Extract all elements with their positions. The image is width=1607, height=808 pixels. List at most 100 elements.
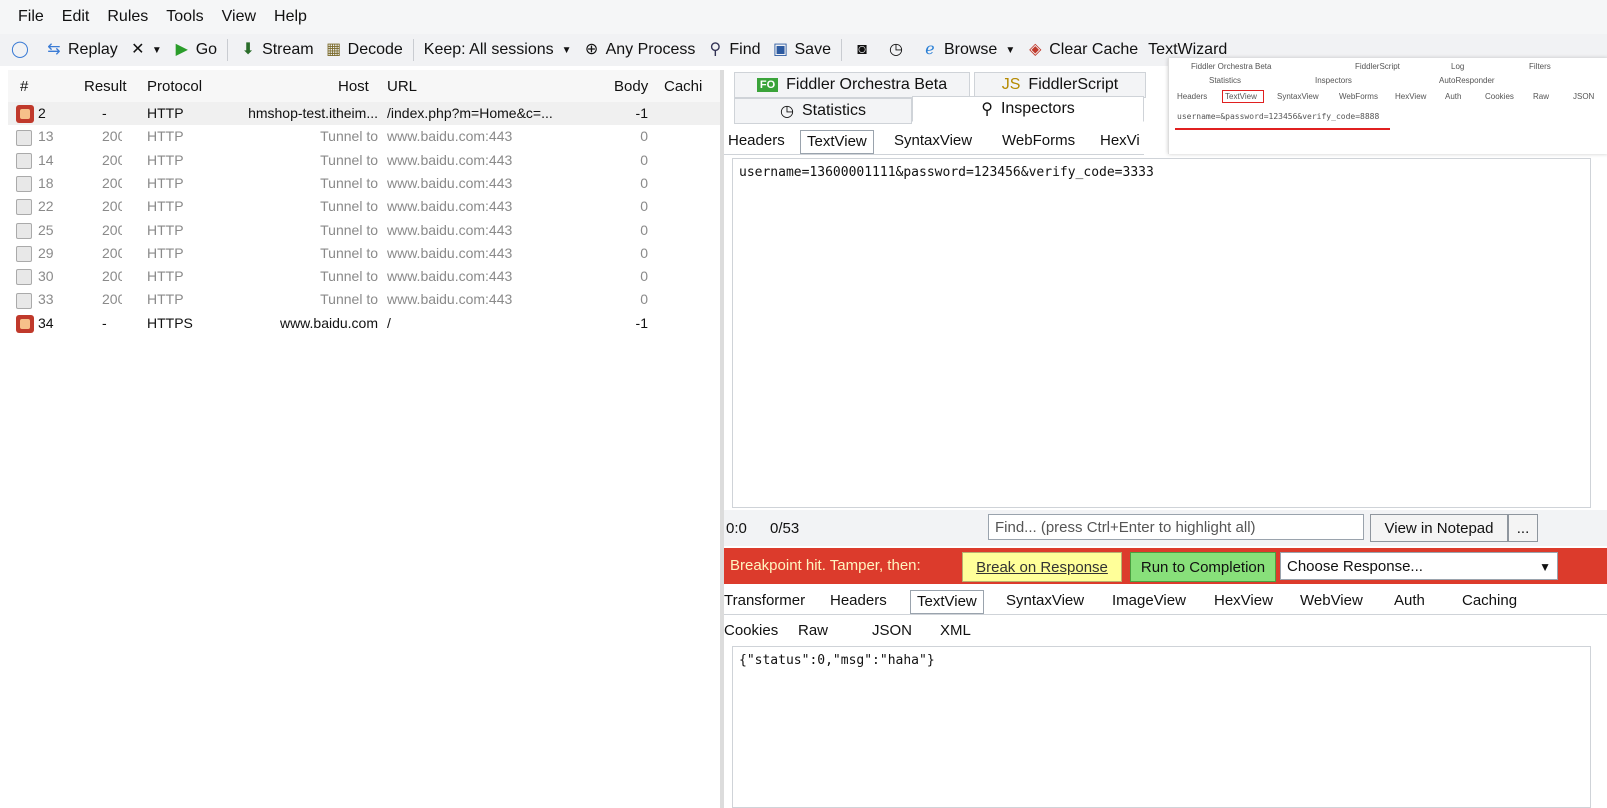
remove-button[interactable]: ✕ ▼ (128, 40, 162, 60)
resp-tab-webview[interactable]: WebView (1294, 590, 1369, 612)
session-body: 0 (640, 174, 648, 191)
session-row[interactable]: 2 - HTTP hmshop-test.itheim... /index.php?m=… (8, 102, 720, 125)
overlay-underline (1175, 128, 1390, 130)
resp-tab-auth[interactable]: Auth (1388, 590, 1431, 612)
request-body-text[interactable]: username=13600001111&password=123456&ver… (732, 158, 1591, 508)
req-tab-headers[interactable]: Headers (722, 130, 791, 152)
response-tabs: Transformer Headers TextView SyntaxView … (724, 586, 1607, 615)
screenshot-button[interactable]: ◙ (852, 40, 876, 60)
find-input[interactable]: Find... (press Ctrl+Enter to highlight a… (988, 514, 1364, 540)
resp-tab-headers[interactable]: Headers (824, 590, 893, 612)
session-host: Tunnel to (320, 151, 378, 168)
menu-help[interactable]: Help (268, 8, 319, 26)
col-url[interactable]: URL (387, 78, 417, 95)
clear-cache-button[interactable]: ◈ Clear Cache (1025, 40, 1138, 60)
tab-inspectors[interactable]: ⚲ Inspectors (912, 96, 1144, 122)
resp-tab-transformer[interactable]: Transformer (718, 590, 811, 612)
breakpoint-bar: Breakpoint hit. Tamper, then: Break on R… (724, 548, 1607, 584)
decode-icon: ▦ (326, 41, 342, 58)
col-result[interactable]: Result (84, 78, 127, 95)
req-tab-syntaxview[interactable]: SyntaxView (888, 130, 978, 152)
session-row[interactable]: 22 200 HTTP Tunnel to www.baidu.com:443 0 (8, 195, 720, 218)
req-tab-textview[interactable]: TextView (800, 130, 874, 154)
session-result: 200 (102, 221, 122, 238)
choose-response-label: Choose Response... (1287, 558, 1423, 575)
menu-tools[interactable]: Tools (160, 8, 215, 26)
req-tab-hexview[interactable]: HexVi (1094, 130, 1146, 152)
close-icon: ✕ (131, 41, 145, 58)
chevron-down-icon: ▼ (1539, 560, 1551, 574)
session-row[interactable]: 33 200 HTTP Tunnel to www.baidu.com:443 0 (8, 288, 720, 311)
menu-file[interactable]: File (0, 8, 56, 26)
session-row[interactable]: 30 200 HTTP Tunnel to www.baidu.com:443 0 (8, 265, 720, 288)
col-protocol[interactable]: Protocol (147, 78, 202, 95)
run-to-completion-button[interactable]: Run to Completion (1130, 552, 1276, 582)
timer-icon: ◷ (780, 103, 794, 120)
resp-tab-caching[interactable]: Caching (1456, 590, 1523, 612)
session-host: www.baidu.com (279, 314, 378, 331)
view-in-notepad-button[interactable]: View in Notepad (1370, 514, 1508, 542)
comment-icon: ◯ (11, 41, 29, 58)
col-number[interactable]: # (20, 78, 28, 95)
resp-tab-hexview[interactable]: HexView (1208, 590, 1279, 612)
resp-tab-raw[interactable]: Raw (792, 620, 834, 642)
resp-tab-imageview[interactable]: ImageView (1106, 590, 1192, 612)
textwizard-button[interactable]: TextWizard (1148, 41, 1227, 59)
col-caching[interactable]: Cachi (664, 78, 702, 95)
req-tab-webforms[interactable]: WebForms (996, 130, 1081, 152)
overlay-tab-filters: Filters (1529, 62, 1551, 71)
break-on-response-button[interactable]: Break on Response (962, 552, 1122, 582)
session-row[interactable]: 14 200 HTTP Tunnel to www.baidu.com:443 0 (8, 149, 720, 172)
session-id: 29 (38, 244, 54, 261)
lock-icon (16, 269, 32, 286)
menu-view[interactable]: View (216, 8, 268, 26)
any-process-button[interactable]: ⊕ Any Process (582, 40, 696, 60)
find-button[interactable]: ⚲ Find (705, 40, 761, 60)
choose-response-dropdown[interactable]: Choose Response... ▼ (1280, 552, 1558, 580)
menu-rules[interactable]: Rules (101, 8, 160, 26)
session-row[interactable]: 34 - HTTPS www.baidu.com / -1 (8, 312, 720, 335)
camera-icon: ◙ (857, 41, 867, 58)
session-result: 200 (102, 198, 122, 215)
tab-fiddler-orchestra[interactable]: FO Fiddler Orchestra Beta (734, 72, 970, 98)
session-row[interactable]: 13 200 HTTP Tunnel to www.baidu.com:443 0 (8, 125, 720, 148)
session-row[interactable]: 18 200 HTTP Tunnel to www.baidu.com:443 0 (8, 172, 720, 195)
more-button[interactable]: ... (1508, 514, 1538, 542)
session-url: www.baidu.com:443 (387, 221, 513, 238)
session-body: 0 (640, 128, 648, 145)
session-result: 200 (102, 174, 122, 191)
tab-statistics[interactable]: ◷ Statistics (734, 98, 912, 124)
keep-sessions-dropdown[interactable]: Keep: All sessions ▼ (424, 41, 572, 59)
menu-edit[interactable]: Edit (56, 8, 102, 26)
comment-button[interactable]: ◯ (10, 40, 34, 60)
timer-button[interactable]: ◷ (886, 40, 910, 60)
resp-tab-json[interactable]: JSON (866, 620, 918, 642)
col-body[interactable]: Body (614, 78, 648, 95)
timer-icon: ◷ (888, 41, 903, 58)
stream-button[interactable]: ⬇ Stream (238, 40, 313, 60)
session-row[interactable]: 29 200 HTTP Tunnel to www.baidu.com:443 0 (8, 242, 720, 265)
response-body-text[interactable]: {"status":0,"msg":"haha"} (732, 646, 1591, 808)
breakpoint-icon (16, 314, 34, 333)
session-result: - (102, 105, 107, 121)
resp-tab-cookies[interactable]: Cookies (718, 620, 784, 642)
resp-tab-textview[interactable]: TextView (910, 590, 984, 614)
session-protocol: HTTP (147, 105, 184, 121)
col-host[interactable]: Host (338, 78, 369, 95)
replay-button[interactable]: ⇆ Replay (44, 40, 118, 60)
session-body: -1 (635, 314, 648, 331)
tab-fiddlerscript[interactable]: JS FiddlerScript (974, 72, 1146, 98)
toolbar-separator (412, 39, 414, 61)
decode-button[interactable]: ▦ Decode (324, 40, 403, 60)
resp-tab-xml[interactable]: XML (934, 620, 977, 642)
session-row[interactable]: 25 200 HTTP Tunnel to www.baidu.com:443 0 (8, 219, 720, 242)
session-host: Tunnel to (320, 174, 378, 191)
go-button[interactable]: ▶ Go (172, 40, 218, 60)
resp-tab-syntaxview[interactable]: SyntaxView (1000, 590, 1090, 612)
browse-button[interactable]: ℯ Browse ▼ (920, 40, 1015, 60)
overlay-body-text: username=&password=123456&verify_code=88… (1177, 112, 1380, 121)
session-result: 200 (102, 244, 122, 261)
overlay-tab-log: Log (1451, 62, 1465, 71)
clear-icon: ◈ (1029, 41, 1042, 58)
save-button[interactable]: ▣ Save (771, 40, 831, 60)
